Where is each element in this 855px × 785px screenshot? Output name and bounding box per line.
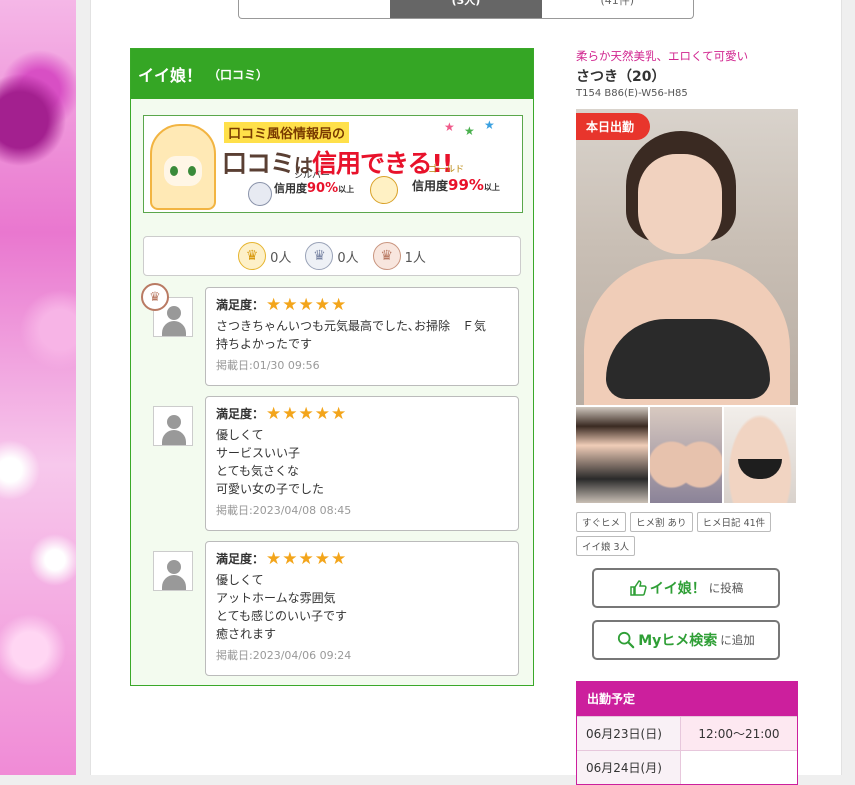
gold-trust: 信用度99%以上 [412,176,500,194]
satisfaction: 満足度： ★★★★★ [216,549,348,569]
post-iine-button[interactable]: イイ娘！ に投稿 [592,568,780,608]
schedule-row: 06月24日(月) [577,750,797,784]
review-card: 満足度： ★★★★★ 優しくて サービスいい子 とても気さくな 可愛い女の子でした… [205,396,519,531]
gold-crown-icon: ♛ [238,242,267,270]
review-date: 掲載日:2023/04/06 09:24 [216,649,352,662]
schedule-table: 出勤予定 06月23日(日) 12:00〜21:00 06月24日(月) [576,681,798,785]
silver-crown-icon [248,182,272,206]
search-icon [617,631,635,649]
profile-size: T154 B86(E)-W56-H85 [576,88,688,99]
user-avatar-icon [153,551,193,591]
review-text: さつきちゃんいつも元気最高でした､お掃除 Ｆ気 持ちよかったです [216,319,487,351]
review-date: 掲載日:01/30 09:56 [216,359,320,372]
review-card: 満足度： ★★★★★ 優しくて アットホームな雰囲気 とても感じのいい子です 癒さ… [205,541,519,676]
tag-sugu-hime[interactable]: すぐヒメ [576,512,627,532]
tag-hime-diary[interactable]: ヒメ日記 41件 [696,512,772,532]
tag-iine[interactable]: イイ娘 3人 [576,536,636,556]
review-date: 掲載日:2023/04/08 08:45 [216,504,352,517]
banner-headline: 口コミは信用できる!! [222,149,453,178]
rating-stars: ★★★★★ [266,295,348,315]
tab-iine-count[interactable]: (3人) [390,0,542,18]
tag-hime-wari[interactable]: ヒメ割 あり [630,512,693,532]
rank-counts: ♛ 0人 ♛ 0人 ♛ 1人 [143,236,521,276]
schedule-title: 出勤予定 [577,682,797,716]
thumbnail-photo[interactable] [576,407,648,503]
star-decoration-icon: ★ [464,124,475,138]
kuchikomi-banner[interactable]: ★ ★ ★ 口コミ風俗情報局の 口コミは信用できる!! 信用度90%以上 シルバ… [143,115,523,213]
satisfaction: 満足度： ★★★★★ [216,295,348,315]
add-myhime-button[interactable]: Myヒメ検索 に追加 [592,620,780,660]
banner-title-top: 口コミ風俗情報局の [224,122,350,143]
thumbnail-photo[interactable] [650,407,722,503]
tab-bar: (3人) (41件) [238,0,694,19]
catchphrase: 柔らか天然美乳、エロくて可愛い [576,49,749,63]
review-title: イイ娘！ [138,66,203,85]
star-decoration-icon: ★ [444,120,455,134]
main-photo[interactable]: 本日出勤 [576,109,798,405]
bronze-count: ♛ 1人 [372,242,426,270]
gold-label: ゴールド [428,165,465,175]
review-subtitle: （口コミ） [208,67,269,82]
background-decoration [0,0,76,775]
star-decoration-icon: ★ [484,118,495,132]
silver-crown-icon: ♛ [305,242,334,270]
user-avatar-icon [153,406,193,446]
thumbs-up-icon [629,579,647,597]
gold-crown-icon [370,176,398,204]
thumbnail-photo[interactable] [724,407,796,503]
gold-count: ♛ 0人 [238,242,291,270]
silver-trust: 信用度90%以上 [274,181,355,196]
today-badge: 本日出勤 [576,113,651,140]
profile-tags: すぐヒメ ヒメ割 あり ヒメ日記 41件 イイ娘 3人 [576,512,798,556]
rating-stars: ★★★★★ [266,404,348,424]
satisfaction: 満足度： ★★★★★ [216,404,348,424]
bronze-crown-icon: ♛ [141,283,169,311]
rating-stars: ★★★★★ [266,549,348,569]
review-panel: イイ娘！ （口コミ） ★ ★ ★ 口コミ風俗情報局の 口コミは信用できる!! 信… [130,48,534,686]
review-card: 満足度： ★★★★★ さつきちゃんいつも元気最高でした､お掃除 Ｆ気 持ちよかった… [205,287,519,386]
bronze-crown-icon: ♛ [372,242,401,270]
review-text: 優しくて アットホームな雰囲気 とても感じのいい子です 癒されます [216,573,348,641]
tab-blank[interactable] [239,0,390,18]
review-header: イイ娘！ （口コミ） [131,49,533,99]
silver-label: シルバー [294,171,331,181]
mascot-image [150,124,216,210]
schedule-row: 06月23日(日) 12:00〜21:00 [577,716,797,750]
review-text: 優しくて サービスいい子 とても気さくな 可愛い女の子でした [216,428,325,496]
profile-name: さつき（20） [576,69,666,85]
silver-count: ♛ 0人 [305,242,359,270]
tab-diary-count[interactable]: (41件) [542,0,693,18]
